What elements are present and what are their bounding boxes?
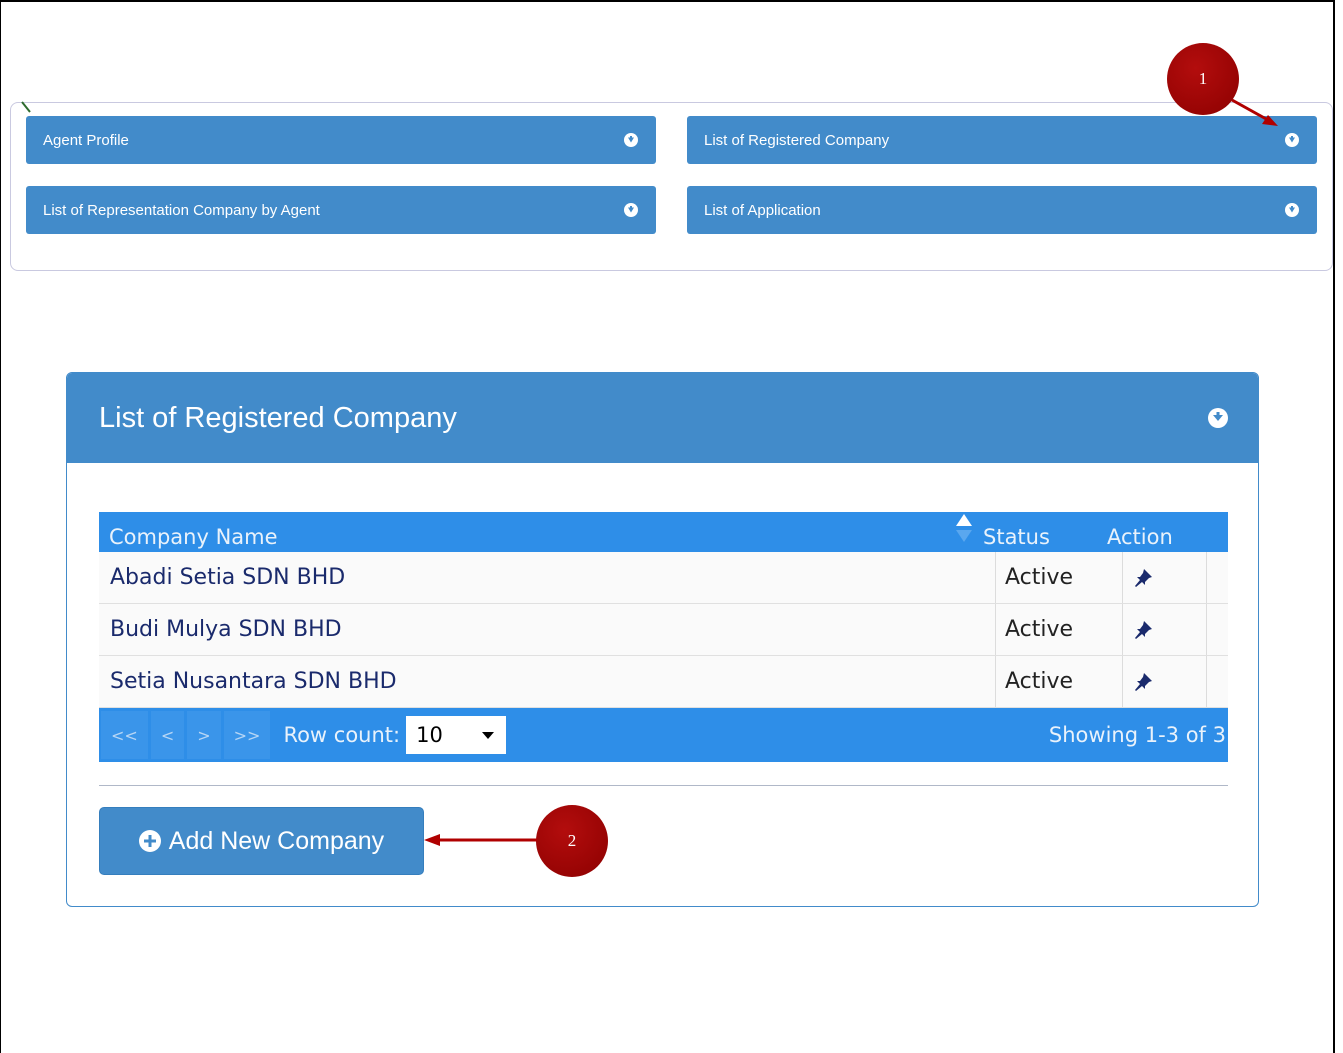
column-label: Company Name — [109, 525, 278, 549]
accordion-representation-company[interactable]: List of Representation Company by Agent — [26, 186, 656, 234]
status-cell: Active — [996, 656, 1123, 707]
accordion-application[interactable]: List of Application — [687, 186, 1317, 234]
add-button-label: Add New Company — [168, 826, 385, 855]
company-name-cell: Setia Nusantara SDN BHD — [99, 656, 996, 707]
table-row[interactable]: Abadi Setia SDN BHD Active — [99, 552, 1228, 604]
card-header: List of Registered Company — [67, 373, 1258, 463]
pin-icon[interactable] — [1133, 620, 1153, 640]
callout-1: 1 — [1167, 43, 1239, 115]
divider — [99, 785, 1228, 786]
accordion-agent-profile[interactable]: Agent Profile — [26, 116, 656, 164]
spacer-cell — [1207, 604, 1228, 655]
grid-pager: << < > >> Row count: 10 Showing 1-3 of 3 — [99, 708, 1228, 762]
first-page-button[interactable]: << — [101, 711, 148, 759]
registered-company-card: List of Registered Company Company Name … — [66, 372, 1259, 907]
prev-page-button[interactable]: < — [150, 711, 185, 759]
last-page-button[interactable]: >> — [223, 711, 271, 759]
callout-2: 2 — [536, 805, 608, 877]
circle-arrow-down-icon[interactable] — [1285, 133, 1299, 147]
action-cell — [1123, 604, 1207, 655]
card-title: List of Registered Company — [99, 401, 457, 434]
grid-header: Company Name Status Action — [99, 512, 1228, 552]
showing-info: Showing 1-3 of 3 — [1048, 723, 1226, 747]
column-company-name[interactable]: Company Name — [99, 514, 973, 549]
table-row[interactable]: Setia Nusantara SDN BHD Active — [99, 656, 1228, 708]
status-cell: Active — [996, 552, 1123, 603]
company-name-cell: Abadi Setia SDN BHD — [99, 552, 996, 603]
next-page-button[interactable]: > — [187, 711, 221, 759]
circle-arrow-down-icon[interactable] — [1208, 408, 1228, 428]
chevron-down-icon — [482, 732, 495, 739]
table-row[interactable]: Budi Mulya SDN BHD Active — [99, 604, 1228, 656]
spacer-cell — [1207, 656, 1228, 707]
circle-arrow-down-icon[interactable] — [1285, 203, 1299, 217]
add-new-company-button[interactable]: Add New Company — [99, 807, 424, 875]
company-grid: Company Name Status Action Abadi Setia S… — [99, 512, 1228, 762]
status-cell: Active — [996, 604, 1123, 655]
circle-arrow-down-icon[interactable] — [624, 203, 638, 217]
accordion-label: Agent Profile — [43, 131, 129, 149]
column-status[interactable]: Status — [973, 525, 1097, 549]
row-count-value: 10 — [416, 723, 443, 747]
column-action: Action — [1107, 525, 1173, 549]
pin-icon[interactable] — [1133, 672, 1153, 692]
accordion-registered-company[interactable]: List of Registered Company — [687, 116, 1317, 164]
row-count-select[interactable]: 10 — [406, 716, 507, 754]
action-cell — [1123, 552, 1207, 603]
accordion-label: List of Registered Company — [704, 131, 890, 149]
circle-arrow-down-icon[interactable] — [624, 133, 638, 147]
accordion-panel: Agent Profile List of Registered Company… — [10, 102, 1333, 271]
spacer-cell — [1207, 552, 1228, 603]
row-count-label: Row count: — [283, 723, 401, 747]
accordion-label: List of Representation Company by Agent — [43, 201, 320, 219]
plus-circle-icon — [138, 830, 161, 852]
pin-icon[interactable] — [1133, 568, 1153, 588]
action-cell — [1123, 656, 1207, 707]
sort-icon[interactable] — [955, 511, 973, 547]
accordion-label: List of Application — [704, 201, 821, 219]
company-name-cell: Budi Mulya SDN BHD — [99, 604, 996, 655]
